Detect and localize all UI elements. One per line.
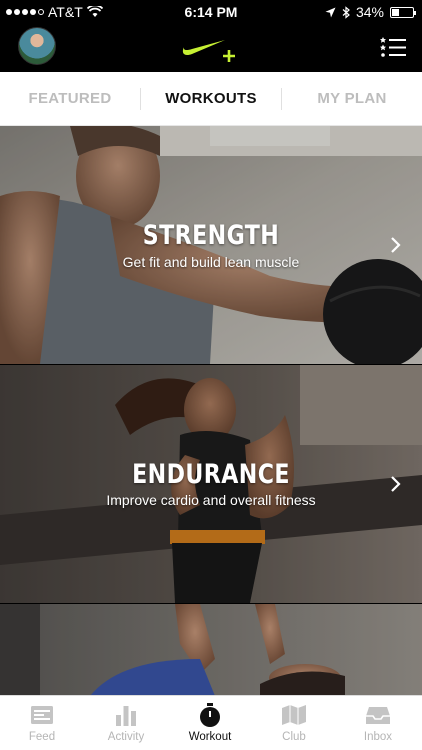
inbox-tray-icon <box>366 707 390 724</box>
battery-percent: 34% <box>355 4 384 20</box>
workout-title: STRENGTH <box>142 220 280 251</box>
workout-title: ENDURANCE <box>132 459 290 490</box>
nav-workout[interactable]: Workout <box>168 696 252 750</box>
bluetooth-icon <box>342 5 350 19</box>
workout-card-strength[interactable]: STRENGTH Get fit and build lean muscle <box>0 126 422 364</box>
chevron-right-icon <box>391 237 401 253</box>
nav-label: Workout <box>188 731 232 743</box>
nav-label: Feed <box>28 731 56 743</box>
nav-feed[interactable]: Feed <box>0 696 84 750</box>
workout-card-third[interactable] <box>0 604 422 696</box>
status-bar: AT&T 6:14 PM 34% <box>0 0 422 24</box>
app-header <box>0 24 422 72</box>
battery-icon <box>390 6 416 18</box>
profile-avatar[interactable] <box>18 27 56 65</box>
nav-label: Activity <box>107 731 145 743</box>
stopwatch-icon <box>200 703 220 727</box>
location-arrow-icon <box>325 7 336 17</box>
workout-card-endurance[interactable]: ENDURANCE Improve cardio and overall fit… <box>0 365 422 603</box>
workout-subtitle: Get fit and build lean muscle <box>122 254 300 270</box>
tab-featured[interactable]: FEATURED <box>0 72 140 126</box>
feed-icon <box>31 706 53 724</box>
nav-label: Inbox <box>363 731 393 743</box>
nike-plus-logo-icon <box>182 40 235 62</box>
club-map-icon <box>282 705 306 725</box>
tab-my-plan[interactable]: MY PLAN <box>282 72 422 126</box>
chevron-right-icon <box>391 476 401 492</box>
workout-subtitle: Improve cardio and overall fitness <box>106 492 316 508</box>
activity-bars-icon <box>116 706 136 726</box>
bottom-tab-bar: Feed Activity Workout Club Inbox <box>0 695 422 750</box>
nav-label: Club <box>282 731 306 743</box>
nav-activity[interactable]: Activity <box>84 696 168 750</box>
segment-tabs: FEATURED WORKOUTS MY PLAN <box>0 72 422 126</box>
nav-club[interactable]: Club <box>252 696 336 750</box>
list-menu-icon[interactable] <box>380 36 406 58</box>
tab-workouts[interactable]: WORKOUTS <box>141 72 281 126</box>
workout-photo <box>0 604 422 696</box>
nav-inbox[interactable]: Inbox <box>336 696 420 750</box>
